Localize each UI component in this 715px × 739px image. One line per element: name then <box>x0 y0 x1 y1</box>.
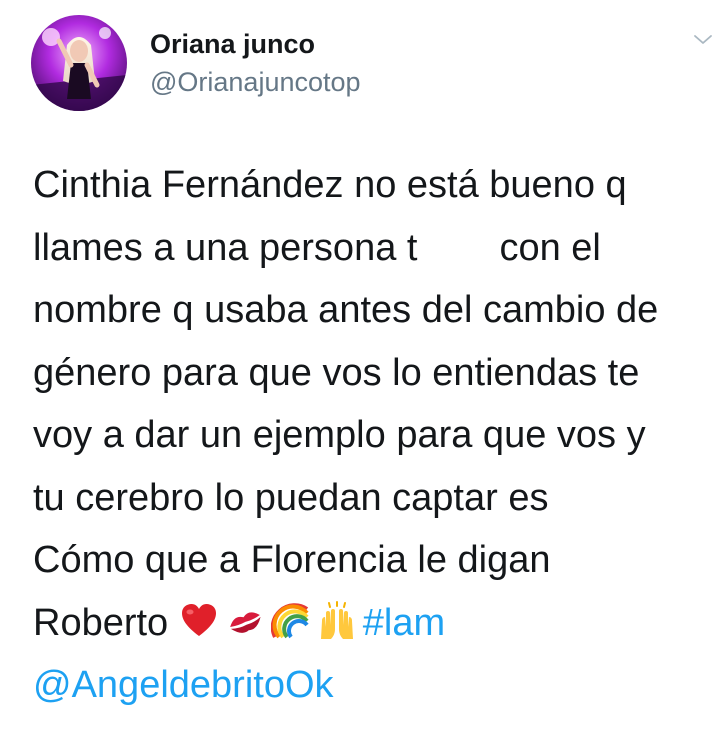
tweet-line: @AngeldebritoOk <box>33 654 713 717</box>
tweet-line: llames a una persona t con el <box>33 217 713 280</box>
tweet-line: tu cerebro lo puedan captar es <box>33 476 549 519</box>
author-handle: @Orianajuncotop <box>150 67 361 97</box>
tweet-card: Oriana junco @Orianajuncotop Cinthia Fer… <box>0 0 715 739</box>
tweet-line: Cinthia Fernández no está bueno q <box>33 164 627 206</box>
tweet-text: Cinthia Fernández no está bueno q llames… <box>33 154 713 717</box>
raising-hands-icon <box>317 600 357 641</box>
hashtag-link[interactable]: #lam <box>363 602 445 644</box>
mention-link[interactable]: @AngeldebritoOk <box>33 664 334 706</box>
red-heart-icon <box>179 601 219 641</box>
chevron-down-icon[interactable] <box>690 28 715 50</box>
tweet-line: nombre q usaba antes del cambio de <box>33 289 659 331</box>
tweet-line: Cómo que a Florencia le digan <box>33 539 551 581</box>
avatar[interactable] <box>31 15 127 111</box>
kiss-mark-icon <box>225 601 265 641</box>
rainbow-icon <box>270 601 311 641</box>
author-name[interactable]: Oriana junco <box>150 29 315 60</box>
tweet-text-fragment: con el <box>499 226 601 269</box>
tweet-line: Roberto #lam <box>33 592 713 655</box>
tweet-line: género para que vos lo entiendas te <box>33 351 640 394</box>
tweet-text-fragment: llames a una persona t <box>33 226 418 269</box>
tweet-line: voy a dar un ejemplo para que vos y <box>33 414 646 456</box>
tweet-text-fragment: Roberto <box>33 601 169 644</box>
